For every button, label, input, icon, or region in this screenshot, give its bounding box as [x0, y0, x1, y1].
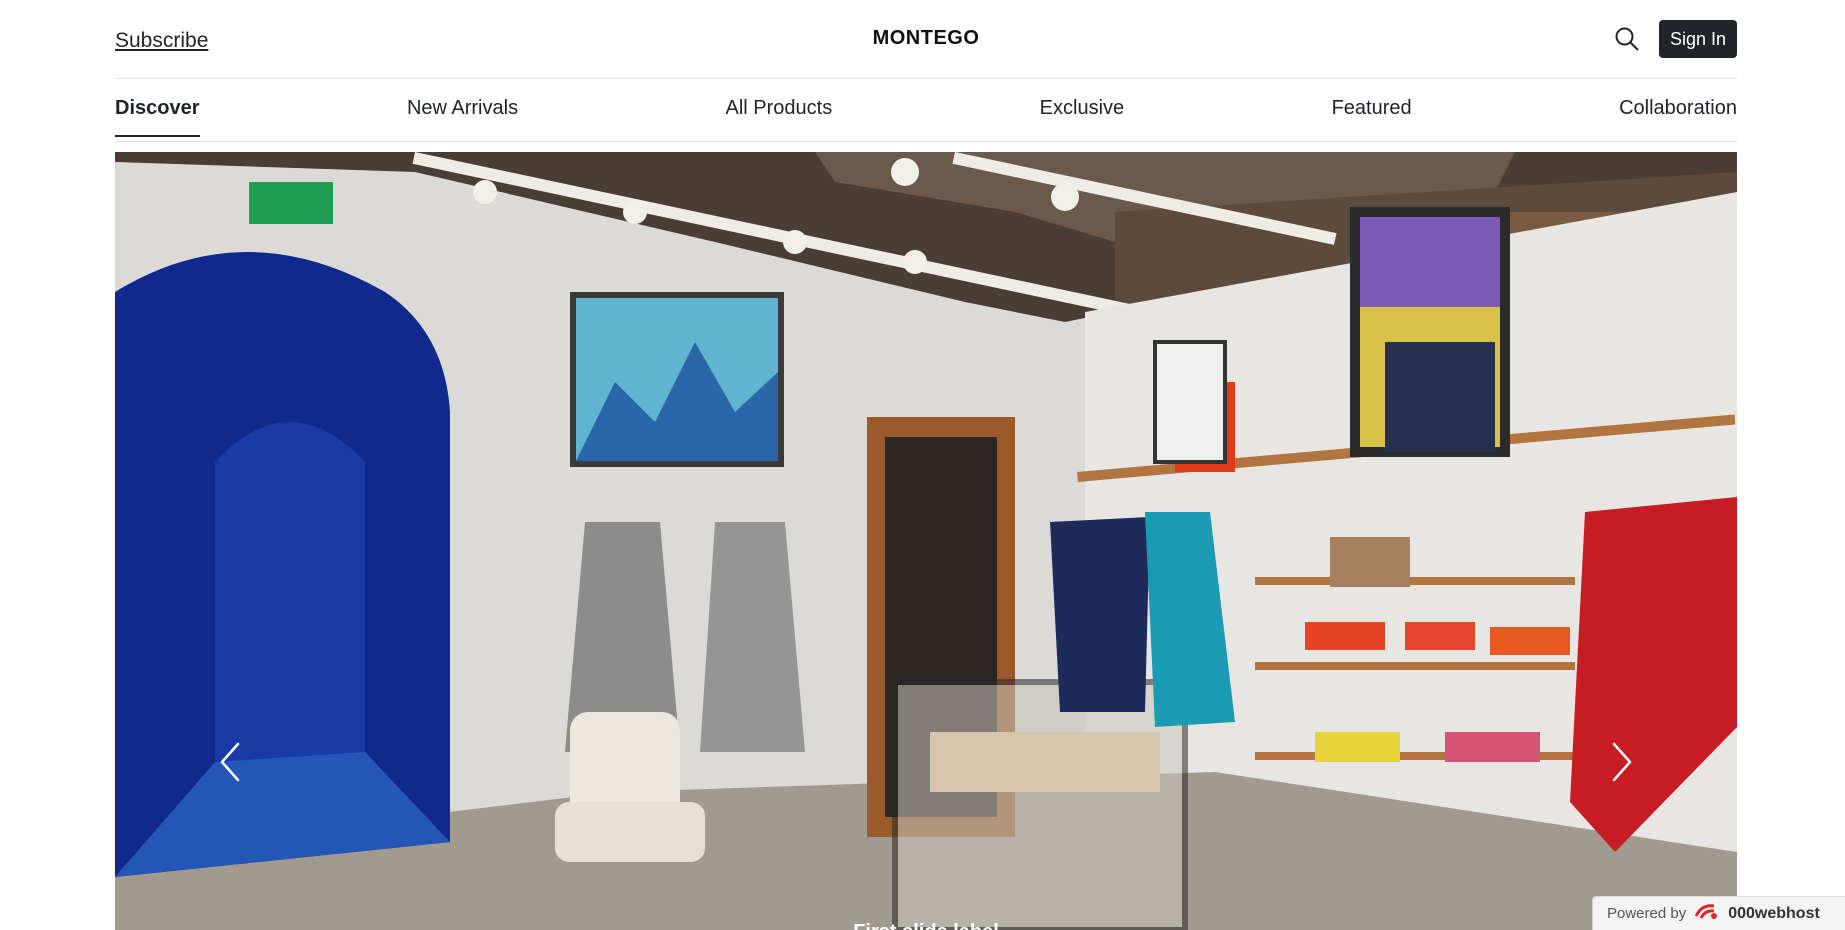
search-icon[interactable] — [1613, 25, 1641, 53]
nav-item-new-arrivals[interactable]: New Arrivals — [407, 79, 518, 120]
powered-by-label: Powered by — [1607, 905, 1687, 922]
store-interior-image — [115, 152, 1737, 930]
sign-in-button[interactable]: Sign In — [1658, 20, 1737, 58]
chevron-right-icon[interactable] — [1602, 732, 1642, 792]
chevron-left-icon[interactable] — [210, 732, 250, 792]
nav-item-exclusive[interactable]: Exclusive — [1040, 79, 1124, 120]
nav-item-discover[interactable]: Discover — [115, 79, 200, 137]
subscribe-link[interactable]: Subscribe — [115, 29, 208, 53]
host-name: 000webhost — [1728, 904, 1820, 922]
powered-by-badge[interactable]: Powered by 000webhost — [1592, 896, 1845, 930]
nav-item-all-products[interactable]: All Products — [726, 79, 833, 120]
nav-item-featured[interactable]: Featured — [1332, 79, 1412, 120]
site-header: Subscribe MONTEGO Sign In — [115, 0, 1737, 79]
category-nav: Discover New Arrivals All Products Exclu… — [115, 79, 1737, 142]
slide-caption: First slide label — [853, 921, 999, 930]
nav-item-collaboration[interactable]: Collaboration — [1619, 79, 1737, 120]
brand-logo[interactable]: MONTEGO — [873, 27, 980, 50]
host-logo-icon — [1694, 902, 1720, 926]
hero-carousel[interactable]: First slide label — [115, 152, 1737, 930]
